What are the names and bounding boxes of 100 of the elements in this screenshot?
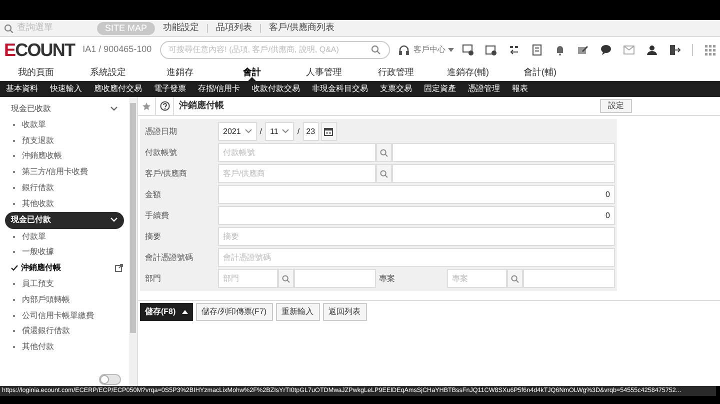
field-label: 金額: [144, 188, 162, 200]
sidebar-item[interactable]: 預支退款: [22, 134, 54, 147]
input-field[interactable]: [392, 164, 615, 183]
sidebar-item[interactable]: 其他付款: [22, 341, 54, 354]
quick-link[interactable]: 功能設定: [163, 21, 200, 35]
field-label: 手續費: [144, 210, 170, 222]
sidebar-item[interactable]: 其他收款: [22, 198, 54, 210]
sub-nav-link[interactable]: 電子發票: [148, 83, 192, 95]
sub-nav-link[interactable]: 快速輸入: [44, 83, 88, 95]
sidebar-item[interactable]: 一般收據: [22, 246, 54, 258]
chevron-down-icon: [244, 129, 252, 134]
day-field[interactable]: 23: [302, 122, 319, 141]
chat-icon[interactable]: [600, 44, 612, 56]
support-menu[interactable]: 客戶中心: [414, 44, 446, 56]
sub-nav-link[interactable]: 報表: [506, 83, 534, 95]
sidebar-item[interactable]: 收款單: [22, 118, 46, 131]
input-field[interactable]: 0: [218, 185, 615, 204]
action-button[interactable]: 重新輸入: [276, 303, 320, 321]
main-nav-tab[interactable]: 會計(輔): [504, 63, 576, 81]
sub-nav-link[interactable]: 存摺/信用卡: [192, 83, 246, 95]
help-icon[interactable]: [160, 101, 170, 111]
input-field[interactable]: [392, 143, 615, 162]
bell-icon[interactable]: [554, 44, 566, 56]
search-button[interactable]: [376, 143, 392, 162]
sidebar-section[interactable]: 現金已收款: [5, 100, 124, 117]
field-label: 客戶/供應商: [144, 168, 188, 180]
external-link-icon[interactable]: [115, 264, 123, 272]
search-icon: [282, 274, 290, 282]
date-separator: /: [260, 126, 262, 138]
scrollbar[interactable]: [129, 97, 137, 386]
input-field[interactable]: 0: [218, 206, 615, 225]
quick-link[interactable]: 客戶/供應商列表: [269, 21, 335, 35]
input-field[interactable]: [523, 269, 615, 288]
sidebar-item[interactable]: 付款單: [22, 230, 46, 243]
edit-icon[interactable]: [577, 44, 589, 56]
input-field[interactable]: [294, 269, 376, 288]
search-icon: [370, 45, 381, 55]
screen-icon[interactable]: [462, 44, 474, 56]
sub-nav-link[interactable]: 憑證管理: [462, 83, 506, 95]
field-label: 憑證日期: [144, 126, 178, 138]
dropdown[interactable]: 2021: [218, 122, 257, 141]
main-nav-tab[interactable]: 行政管理: [360, 63, 432, 81]
sub-nav-link[interactable]: 應收應付交易: [88, 83, 148, 95]
field-label: 付款帳號: [144, 146, 178, 158]
main-nav-tab[interactable]: 進銷存(輔): [432, 63, 504, 81]
search-icon: [4, 24, 13, 32]
settings-button[interactable]: 設定: [600, 99, 632, 113]
sub-nav-link[interactable]: 收款付款交易: [246, 83, 306, 95]
sidebar-item[interactable]: 員工預支: [22, 278, 54, 290]
chevron-down-icon: [110, 217, 118, 224]
search-button[interactable]: [507, 269, 523, 288]
sidebar-item[interactable]: 銀行借款: [22, 182, 54, 194]
sidebar-item[interactable]: 沖銷應收帳: [22, 150, 62, 162]
sidebar-item[interactable]: 公司信用卡帳單繳費: [22, 310, 94, 322]
action-button[interactable]: 返回列表: [322, 303, 367, 321]
field-label: 專案: [378, 272, 396, 284]
page-title: 沖銷應付帳: [179, 99, 224, 112]
sub-nav-link[interactable]: 基本資料: [0, 83, 44, 95]
grid-menu-icon[interactable]: [704, 44, 716, 56]
search-button[interactable]: [376, 164, 392, 183]
calendar-icon: [324, 128, 334, 136]
logo[interactable]: ECOUNT: [4, 41, 75, 59]
mail-icon[interactable]: [623, 44, 635, 56]
toggle-switch[interactable]: [99, 374, 121, 385]
chevron-down-icon: [110, 106, 118, 112]
sidebar-item[interactable]: 內部戶頭轉帳: [22, 294, 70, 306]
sidebar-item[interactable]: 償還銀行借款: [22, 325, 70, 338]
main-nav-tab[interactable]: 系統設定: [72, 63, 144, 81]
caret-down-icon[interactable]: [448, 48, 454, 52]
main-nav-tab[interactable]: 進銷存: [144, 63, 216, 81]
main-nav-tab[interactable]: 人事管理: [288, 63, 360, 81]
save-button[interactable]: 儲存(F8): [140, 303, 193, 321]
calendar-button[interactable]: [320, 122, 337, 141]
quick-link[interactable]: 品項列表: [216, 21, 252, 35]
dropdown[interactable]: 11: [265, 122, 294, 141]
search-icon: [380, 148, 388, 156]
calendar-add-icon[interactable]: [485, 44, 497, 56]
company-code: IA1 / 900465-100: [82, 43, 152, 56]
field-label: 會計憑證號碼: [144, 252, 194, 264]
field-label: 摘要: [144, 230, 162, 242]
document-icon[interactable]: [531, 44, 543, 56]
search-button[interactable]: [278, 269, 294, 288]
chevron-down-icon: [282, 129, 290, 134]
field-label: 部門: [144, 272, 162, 284]
caret-up-icon: [182, 310, 188, 314]
action-button[interactable]: 儲存/列印傳票(F7): [196, 303, 273, 321]
sidebar-item[interactable]: 第三方/信用卡收費: [22, 166, 88, 178]
transfer-icon[interactable]: [508, 44, 520, 56]
search-icon: [511, 274, 519, 282]
sub-nav-link[interactable]: 非現金科目交易: [306, 83, 374, 95]
star-icon[interactable]: [142, 102, 151, 110]
logout-icon[interactable]: [669, 44, 681, 56]
sub-nav-link[interactable]: 固定資產: [418, 83, 462, 95]
user-icon[interactable]: [646, 44, 658, 56]
date-separator: /: [297, 126, 300, 138]
main-nav-tab[interactable]: 我的頁面: [0, 63, 72, 81]
sub-nav-link[interactable]: 支票交易: [374, 83, 418, 95]
sidebar-section[interactable]: 現金已付款: [5, 212, 124, 229]
headset-icon: [398, 44, 410, 56]
sidebar-item[interactable]: 沖銷應付帳: [21, 262, 61, 274]
